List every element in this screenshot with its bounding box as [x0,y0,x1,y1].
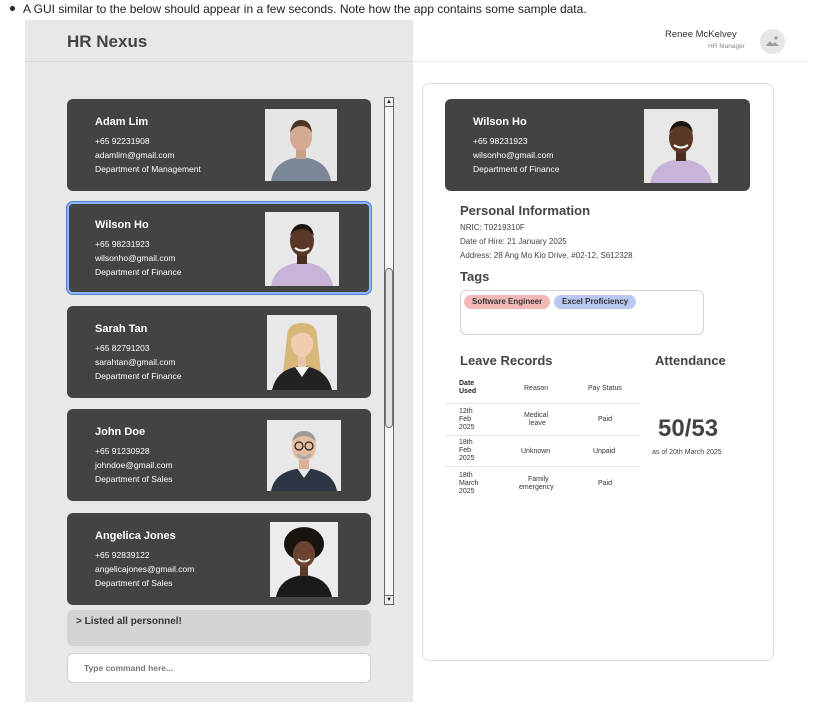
user-role: HR Manager [708,43,745,50]
card-department: Department of Sales [95,474,173,484]
person-placeholder-icon[interactable] [760,29,785,54]
leave-date: Feb [459,447,472,454]
personnel-card[interactable]: Sarah Tan +65 82791203 sarahtan@gmail.co… [67,306,371,398]
card-email: sarahtan@gmail.com [95,357,176,367]
app-title: HR Nexus [67,32,148,51]
card-department: Department of Management [95,164,201,174]
tag-chip: Software Engineer [464,295,551,309]
row-divider [445,466,639,467]
attendance-title: Attendance [655,353,726,368]
detail-name: Wilson Ho [473,116,527,128]
detail-department: Department of Finance [473,164,560,174]
detail-card: Wilson Ho +65 98231923 wilsonho@gmail.co… [445,99,750,191]
card-name: Adam Lim [95,116,149,128]
card-department: Department of Finance [95,267,182,277]
bullet-icon [10,6,15,12]
leave-date: March [459,480,479,487]
profile-photo [265,212,339,286]
personnel-list-pane: HR Nexus Adam Lim +65 92231908 adamlim@g… [25,20,413,702]
leave-reason: Unknown [521,448,551,455]
attendance-value: 50/53 [658,415,719,442]
profile-photo [267,420,341,491]
row-divider [445,435,639,436]
personnel-card[interactable]: John Doe +65 91230928 johndoe@gmail.com … [67,409,371,501]
instruction-caption: A GUI similar to the below should appear… [10,2,587,16]
header-pay-status: Pay Status [588,385,622,392]
tag-chip: Excel Proficiency [554,295,637,309]
leave-pay-status: Unpaid [593,448,616,455]
list-scrollbar[interactable]: ▲ ▼ [384,97,394,605]
card-email: johndoe@gmail.com [95,460,173,470]
leave-date: 2025 [459,455,475,462]
card-phone: +65 92231908 [95,136,150,146]
profile-photo [265,109,337,181]
personnel-card[interactable]: Adam Lim +65 92231908 adamlim@gmail.com … [67,99,371,191]
card-name: Sarah Tan [95,323,148,335]
personnel-card[interactable]: Angelica Jones +65 92839122 angelicajone… [67,513,371,605]
address-text: Address: 28 Ang Mo Kio Drive, #02-12, S6… [460,251,633,260]
triangle-up-icon[interactable]: ▲ [384,97,394,107]
command-box[interactable] [67,653,371,683]
tags-title: Tags [460,269,490,284]
leave-reason: emergency [519,484,554,491]
leave-date: 12th [459,408,473,415]
leave-reason: Family [528,476,549,483]
card-name: Angelica Jones [95,530,176,542]
header-date-line1: Date [459,380,475,387]
leave-date: 2025 [459,424,475,431]
card-email: angelicajones@gmail.com [95,564,195,574]
card-email: wilsonho@gmail.com [95,253,176,263]
card-department: Department of Sales [95,578,173,588]
user-name: Renee McKelvey [665,29,737,40]
profile-photo [267,315,337,390]
detail-email: wilsonho@gmail.com [473,150,554,160]
result-message: > Listed all personnel! [76,616,182,627]
scroll-thumb[interactable] [385,268,393,428]
attendance-note: as of 20th March 2025 [652,449,722,456]
leave-date: Feb [459,416,472,423]
row-divider [445,403,639,404]
personal-info-title: Personal Information [460,203,591,218]
leave-reason: leave [529,420,546,427]
card-name: John Doe [95,426,146,438]
card-phone: +65 92839122 [95,550,150,560]
detail-phone: +65 98231923 [473,136,528,146]
header-left: HR Nexus [25,20,413,62]
card-department: Department of Finance [95,371,182,381]
card-phone: +65 91230928 [95,446,150,456]
app-window: HR Nexus Adam Lim +65 92231908 adamlim@g… [25,20,807,702]
leave-pay-status: Paid [598,480,613,487]
nric-text: NRIC: T0219310F [460,223,525,232]
header-reason: Reason [524,385,549,392]
detail-photo [644,109,718,183]
leave-date: 2025 [459,488,475,495]
card-name: Wilson Ho [95,219,149,231]
leave-records-title: Leave Records [460,353,553,368]
hire-date-text: Date of Hire: 21 January 2025 [460,237,567,246]
command-input[interactable] [68,654,370,682]
leave-date: 18th [459,472,473,479]
header-date-line2: Used [459,388,477,395]
leave-date: 18th [459,439,473,446]
profile-photo [270,522,338,597]
personnel-card-selected[interactable]: Wilson Ho +65 98231923 wilsonho@gmail.co… [67,202,371,294]
card-phone: +65 98231923 [95,239,150,249]
triangle-down-icon[interactable]: ▼ [384,595,394,605]
card-phone: +65 82791203 [95,343,150,353]
leave-reason: Medical [524,412,549,419]
card-email: adamlim@gmail.com [95,150,175,160]
result-display: > Listed all personnel! [67,610,371,646]
leave-pay-status: Paid [598,416,613,423]
header-divider [413,61,807,62]
